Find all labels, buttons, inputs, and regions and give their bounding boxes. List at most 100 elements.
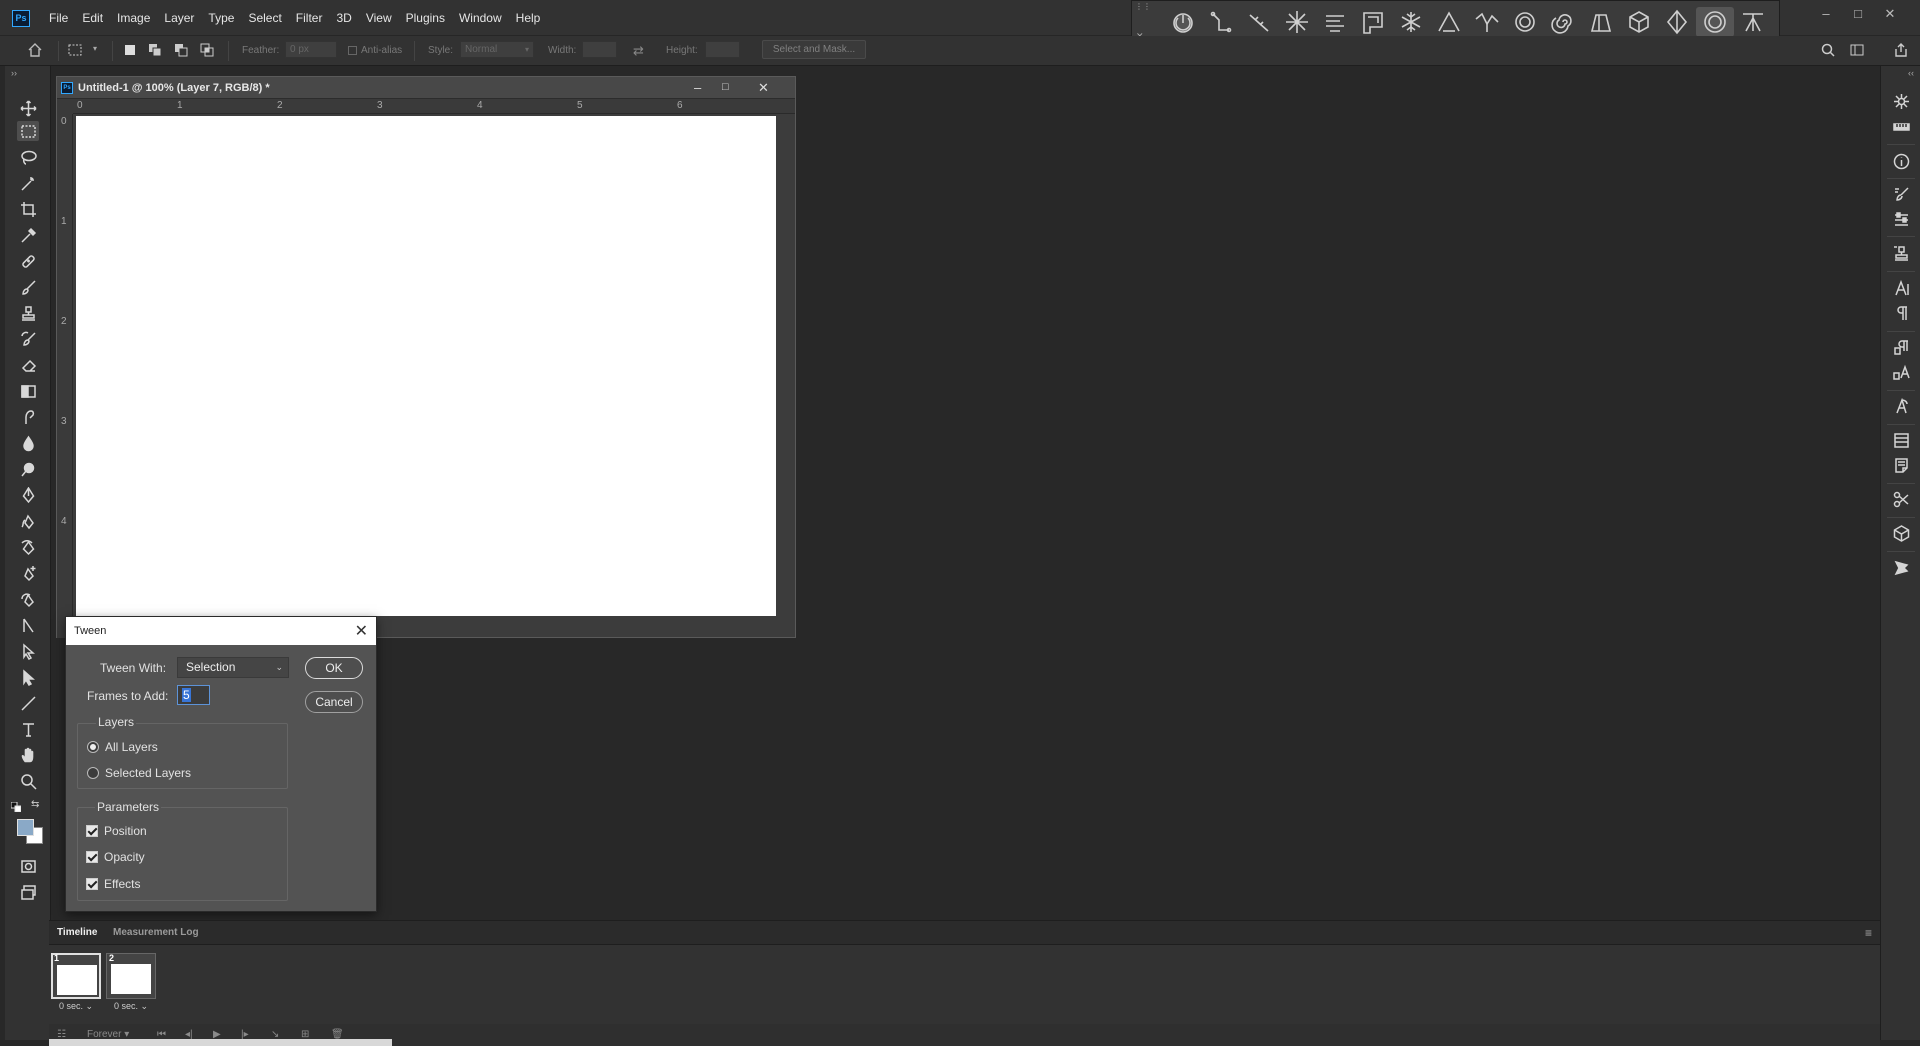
type-tool-icon[interactable] <box>17 719 39 739</box>
clone-stamp-tool-icon[interactable] <box>17 303 39 323</box>
cancel-button[interactable]: Cancel <box>305 691 363 713</box>
star-burst-icon[interactable] <box>1278 7 1316 37</box>
expand-icon[interactable]: ›› <box>11 68 17 78</box>
style-select[interactable]: Normal ▾ <box>460 41 534 58</box>
menu-filter[interactable]: Filter <box>289 11 330 25</box>
select-and-mask-button[interactable]: Select and Mask... <box>762 40 866 59</box>
doc-close-button[interactable]: ✕ <box>758 80 769 96</box>
foreground-color-swatch[interactable] <box>17 819 34 836</box>
menu-help[interactable]: Help <box>509 11 548 25</box>
snowflake-icon[interactable] <box>1392 7 1430 37</box>
ring-icon[interactable] <box>1506 7 1544 37</box>
timeline-frame[interactable]: 2 0 sec. ⌄ <box>106 953 156 1013</box>
connect-icon[interactable] <box>1202 7 1240 37</box>
character-styles-icon[interactable] <box>1890 362 1912 382</box>
clone-source-icon[interactable] <box>1890 243 1912 263</box>
line-icon[interactable] <box>1240 7 1278 37</box>
position-checkbox[interactable]: Position <box>86 824 147 838</box>
arch-icon[interactable] <box>1734 7 1772 37</box>
crop-tool-icon[interactable] <box>17 199 39 219</box>
menu-edit[interactable]: Edit <box>75 11 110 25</box>
eraser-tool-icon[interactable] <box>17 355 39 375</box>
menu-plugins[interactable]: Plugins <box>399 11 452 25</box>
width-input[interactable] <box>582 41 617 58</box>
zoom-tool-icon[interactable] <box>17 771 39 791</box>
all-layers-radio[interactable]: All Layers <box>87 740 158 754</box>
blur-tool-icon[interactable] <box>17 433 39 453</box>
line-tool-icon[interactable] <box>17 693 39 713</box>
marquee-preset-icon[interactable] <box>68 43 82 57</box>
doc-minimize-button[interactable]: – <box>694 80 701 95</box>
hand-tool-icon[interactable] <box>17 745 39 765</box>
cube-icon[interactable] <box>1620 7 1658 37</box>
horizontal-ruler[interactable]: 0 1 2 3 4 5 6 <box>73 99 795 114</box>
lasso-tool-icon[interactable] <box>17 147 39 167</box>
add-selection-icon[interactable] <box>148 43 162 57</box>
menu-view[interactable]: View <box>359 11 399 25</box>
direct-selection-tool-icon[interactable] <box>17 641 39 661</box>
feather-input[interactable]: 0 px <box>285 41 337 58</box>
menu-window[interactable]: Window <box>452 11 509 25</box>
angle-icon[interactable] <box>1430 7 1468 37</box>
panel-menu-icon[interactable]: ≡ <box>1865 926 1872 940</box>
paragraph-icon[interactable] <box>1890 303 1912 323</box>
eyedropper-tool-icon[interactable] <box>17 225 39 245</box>
home-icon[interactable] <box>27 42 43 58</box>
frame-icon[interactable] <box>1354 7 1392 37</box>
minimize-button[interactable]: – <box>1810 6 1842 22</box>
circle-target-icon[interactable] <box>1696 7 1734 37</box>
ok-button[interactable]: OK <box>305 657 363 679</box>
glyphs-icon[interactable] <box>1890 396 1912 416</box>
wave-icon[interactable] <box>1468 7 1506 37</box>
power-icon[interactable] <box>1164 7 1202 37</box>
document-canvas[interactable] <box>76 116 776 616</box>
frames-to-add-input[interactable]: 5 <box>177 685 210 705</box>
default-colors-icon[interactable] <box>11 802 21 812</box>
menu-layer[interactable]: Layer <box>157 11 201 25</box>
menu-type[interactable]: Type <box>201 11 241 25</box>
menu-3d[interactable]: 3D <box>329 11 358 25</box>
convert-point-tool-icon[interactable] <box>17 589 39 609</box>
tools-scissors-icon[interactable] <box>1890 489 1912 509</box>
healing-brush-tool-icon[interactable] <box>17 251 39 271</box>
vertical-ruler[interactable]: 0 1 2 3 4 <box>57 114 73 638</box>
collapse-icon[interactable]: ‹‹ <box>1908 68 1914 78</box>
menu-image[interactable]: Image <box>110 11 157 25</box>
brush-tool-icon[interactable] <box>17 277 39 297</box>
navigator-icon[interactable] <box>1890 91 1912 111</box>
doc-maximize-button[interactable]: □ <box>722 81 729 93</box>
opacity-checkbox[interactable]: Opacity <box>86 850 145 864</box>
move-tool-icon[interactable] <box>17 98 39 118</box>
brush-settings-icon[interactable] <box>1890 184 1912 204</box>
info-icon[interactable] <box>1890 151 1912 171</box>
spiral-icon[interactable] <box>1544 7 1582 37</box>
quick-mask-icon[interactable] <box>17 856 39 876</box>
diamond-icon[interactable] <box>1658 7 1696 37</box>
pen-tool-icon[interactable] <box>17 485 39 505</box>
dialog-titlebar[interactable]: Tween ✕ <box>66 617 376 645</box>
align-icon[interactable] <box>1316 7 1354 37</box>
share-icon[interactable] <box>1894 43 1908 57</box>
workspace-icon[interactable] <box>1850 43 1864 57</box>
selected-layers-radio[interactable]: Selected Layers <box>87 766 191 780</box>
grip-icon[interactable]: ⋮⋮ <box>1135 3 1151 15</box>
close-button[interactable]: ✕ <box>1874 6 1906 22</box>
path-tool-icon[interactable] <box>17 615 39 635</box>
tab-timeline[interactable]: Timeline <box>57 927 97 938</box>
3d-icon[interactable] <box>1890 523 1912 543</box>
frame-duration[interactable]: 0 sec. ⌄ <box>106 1001 156 1012</box>
effects-checkbox[interactable]: Effects <box>86 877 140 891</box>
new-selection-icon[interactable] <box>123 43 137 57</box>
smudge-tool-icon[interactable] <box>17 407 39 427</box>
dodge-tool-icon[interactable] <box>17 459 39 479</box>
magic-wand-tool-icon[interactable] <box>17 173 39 193</box>
document-titlebar[interactable]: Ps Untitled-1 @ 100% (Layer 7, RGB/8) * … <box>57 77 795 99</box>
maximize-button[interactable]: □ <box>1842 6 1874 22</box>
history-brush-tool-icon[interactable] <box>17 329 39 349</box>
gradient-tool-icon[interactable] <box>17 381 39 401</box>
plugin-panel-icon[interactable] <box>1890 557 1912 577</box>
curvature-pen-tool-icon[interactable] <box>17 537 39 557</box>
timeline-frame[interactable]: 1 0 sec. ⌄ <box>51 953 101 1013</box>
intersect-selection-icon[interactable] <box>200 43 214 57</box>
close-icon[interactable]: ✕ <box>355 621 368 641</box>
